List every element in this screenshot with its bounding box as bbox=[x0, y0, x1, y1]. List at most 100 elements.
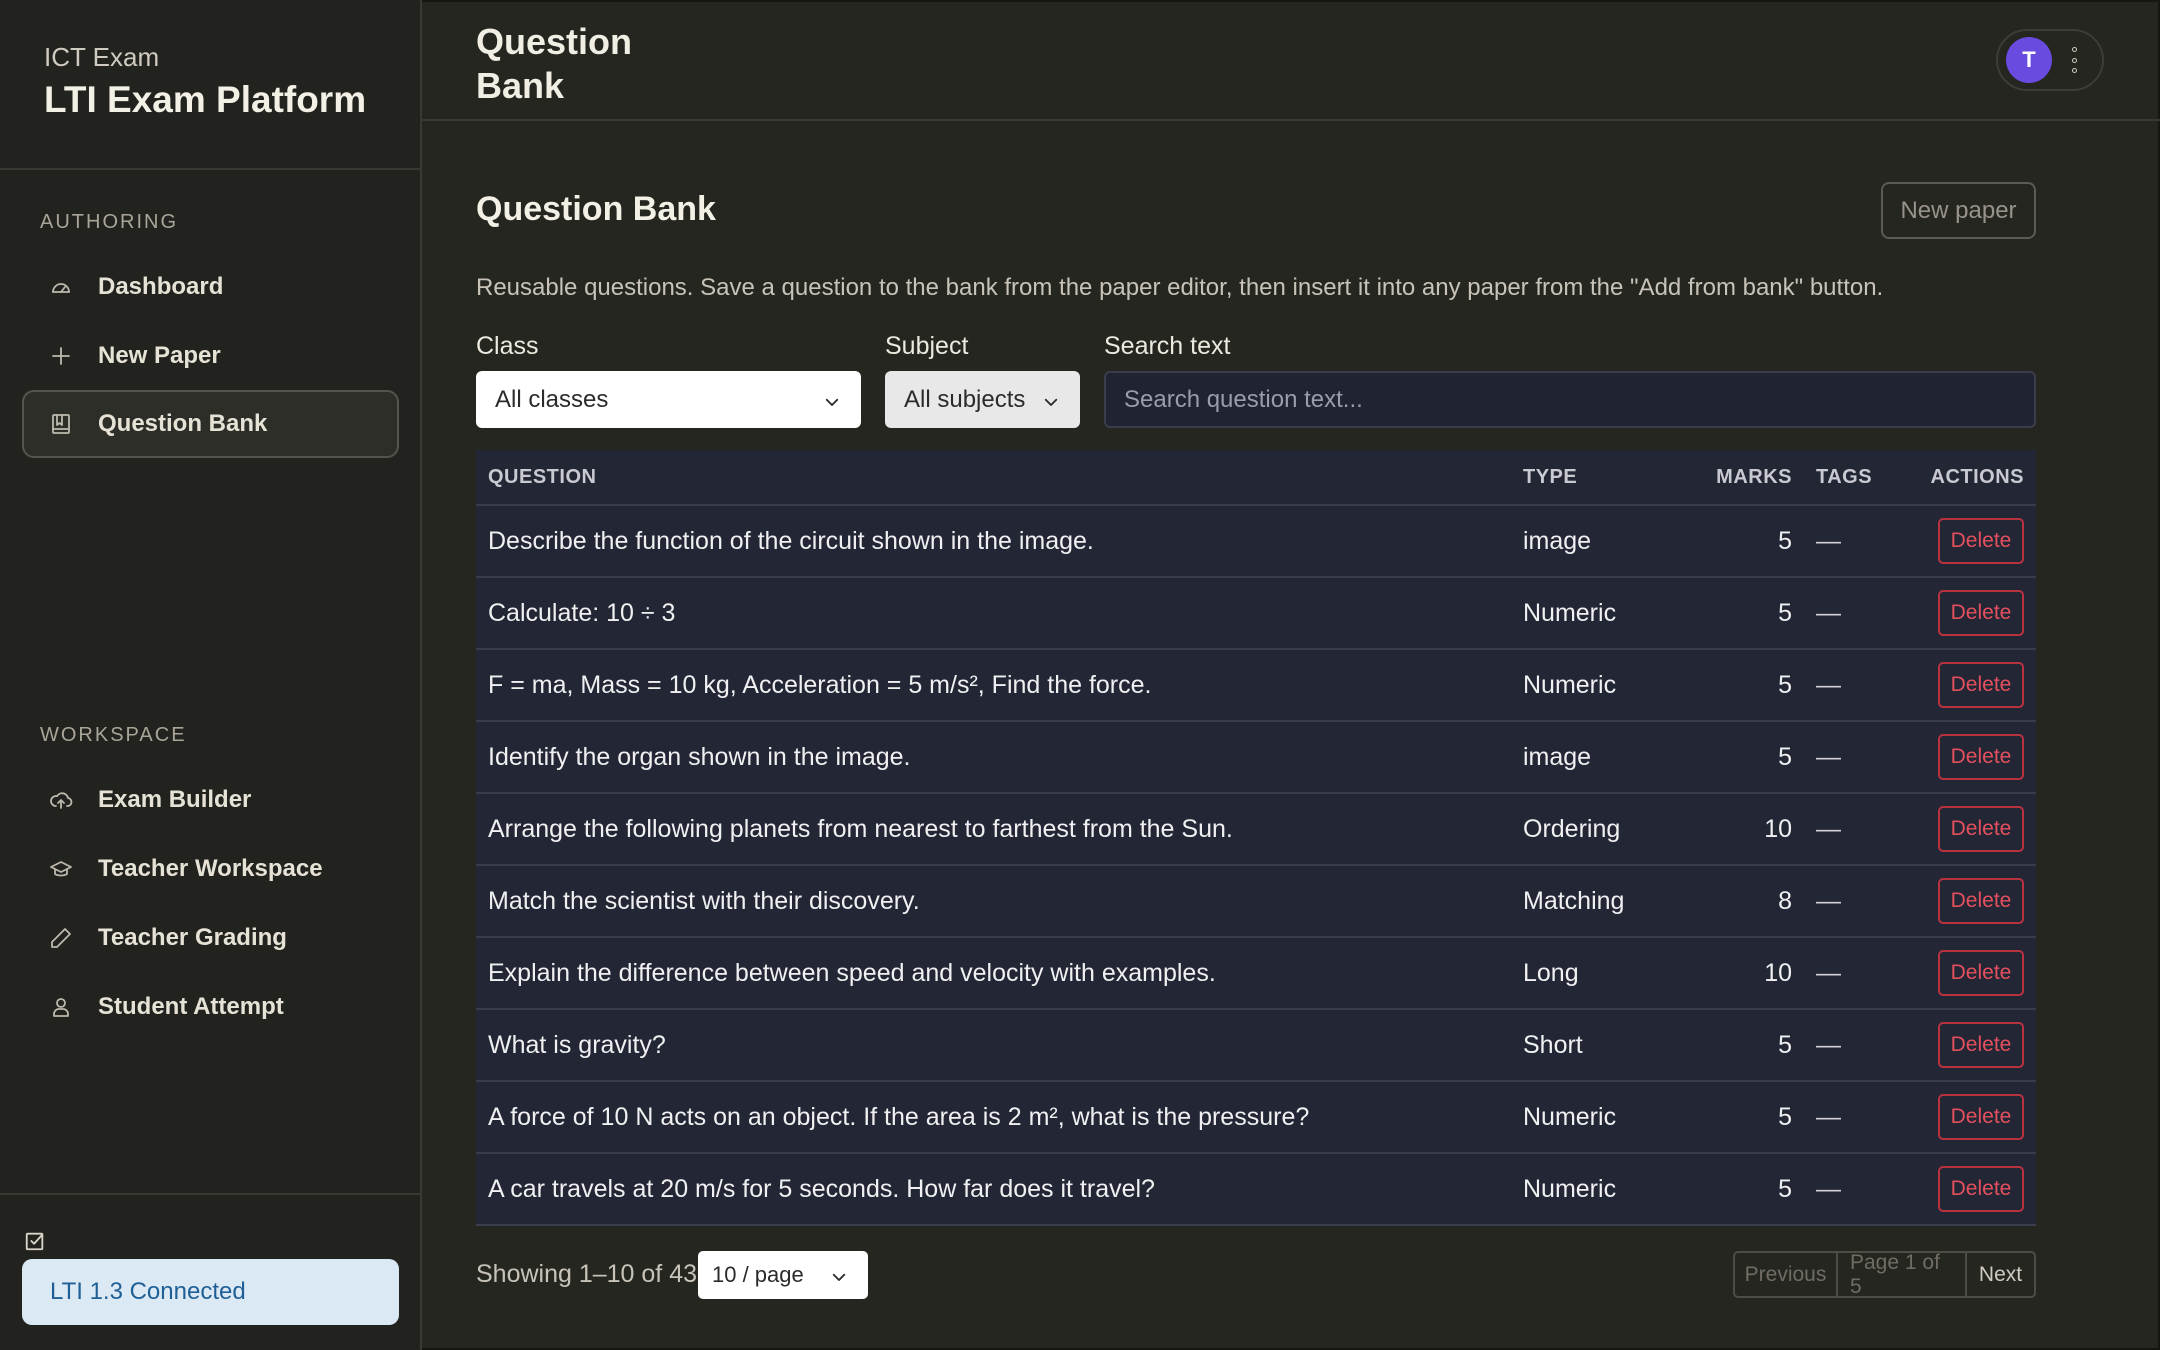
tags-cell: — bbox=[1816, 958, 1841, 987]
sidebar-item-label: Dashboard bbox=[98, 273, 224, 300]
brand-subtitle: ICT Exam bbox=[44, 42, 160, 72]
page-indicator: Page 1 of 5 bbox=[1838, 1253, 1967, 1296]
marks-cell: 10 bbox=[1764, 958, 1792, 987]
actions-cell: Delete bbox=[1882, 590, 2036, 636]
kebab-menu-icon bbox=[2070, 47, 2078, 73]
subject-select[interactable]: All subjects bbox=[885, 371, 1080, 428]
chevron-down-icon bbox=[823, 390, 841, 408]
brand: ICT Exam LTI Exam Platform bbox=[44, 42, 366, 121]
delete-button[interactable]: Delete bbox=[1938, 1022, 2024, 1068]
sidebar-item-label: Exam Builder bbox=[98, 786, 252, 813]
divider bbox=[0, 1193, 420, 1195]
delete-button[interactable]: Delete bbox=[1938, 1094, 2024, 1140]
column-header-type[interactable]: TYPE bbox=[1523, 466, 1683, 489]
column-header-tags[interactable]: TAGS bbox=[1792, 466, 1882, 489]
previous-page-button[interactable]: Previous bbox=[1735, 1253, 1838, 1296]
next-page-button[interactable]: Next bbox=[1967, 1253, 2034, 1296]
tags-cell: — bbox=[1816, 1030, 1841, 1059]
marks-cell: 5 bbox=[1778, 670, 1792, 699]
tags-cell: — bbox=[1816, 526, 1841, 555]
sidebar-item-dashboard[interactable]: Dashboard bbox=[22, 253, 399, 321]
lti-status-badge: LTI 1.3 Connected bbox=[22, 1259, 399, 1325]
actions-cell: Delete bbox=[1882, 662, 2036, 708]
plus-icon bbox=[48, 343, 74, 369]
question-cell: F = ma, Mass = 10 kg, Acceleration = 5 m… bbox=[488, 670, 1152, 699]
sidebar-item-teacher-grading[interactable]: Teacher Grading bbox=[22, 904, 399, 972]
sidebar-item-label: Student Attempt bbox=[98, 993, 284, 1020]
delete-button[interactable]: Delete bbox=[1938, 950, 2024, 996]
avatar: T bbox=[2006, 37, 2052, 83]
per-page-select[interactable]: 10 / page bbox=[698, 1251, 868, 1299]
sidebar-item-exam-builder[interactable]: Exam Builder bbox=[22, 766, 399, 834]
gauge-icon bbox=[48, 274, 74, 300]
delete-button[interactable]: Delete bbox=[1938, 806, 2024, 852]
question-cell: Match the scientist with their discovery… bbox=[488, 886, 920, 915]
delete-button[interactable]: Delete bbox=[1938, 662, 2024, 708]
per-page-value: 10 / page bbox=[712, 1262, 804, 1287]
type-cell: Numeric bbox=[1523, 1102, 1617, 1131]
type-cell: Short bbox=[1523, 1030, 1583, 1059]
column-header-actions: ACTIONS bbox=[1930, 465, 2024, 488]
question-cell: What is gravity? bbox=[488, 1030, 666, 1059]
column-header-marks[interactable]: MARKS bbox=[1683, 466, 1792, 489]
delete-button[interactable]: Delete bbox=[1938, 518, 2024, 564]
marks-cell: 5 bbox=[1778, 1174, 1792, 1203]
type-cell: Matching bbox=[1523, 886, 1625, 915]
brand-title: LTI Exam Platform bbox=[44, 79, 367, 120]
column-header-question[interactable]: QUESTION bbox=[476, 466, 1523, 489]
user-icon bbox=[48, 994, 74, 1020]
subject-filter-label: Subject bbox=[885, 332, 969, 360]
type-cell: Long bbox=[1523, 958, 1579, 987]
actions-cell: Delete bbox=[1882, 1166, 2036, 1212]
class-select[interactable]: All classes bbox=[476, 371, 861, 428]
section-label-workspace: WORKSPACE bbox=[40, 724, 187, 746]
pagination-summary: Showing 1–10 of 43 bbox=[476, 1260, 698, 1288]
sidebar-item-label: Question Bank bbox=[98, 410, 268, 437]
marks-cell: 5 bbox=[1778, 1102, 1792, 1131]
sidebar-item-label: Teacher Workspace bbox=[98, 855, 323, 882]
type-cell: Numeric bbox=[1523, 670, 1617, 699]
table-row: Arrange the following planets from neare… bbox=[476, 794, 2036, 866]
actions-cell: Delete bbox=[1882, 1094, 2036, 1140]
sidebar-item-new-paper[interactable]: New Paper bbox=[22, 322, 399, 390]
sidebar: ICT Exam LTI Exam Platform AUTHORING Das… bbox=[0, 0, 422, 1350]
new-paper-button[interactable]: New paper bbox=[1881, 182, 2036, 239]
table-row: Describe the function of the circuit sho… bbox=[476, 506, 2036, 578]
delete-button[interactable]: Delete bbox=[1938, 734, 2024, 780]
actions-cell: Delete bbox=[1882, 1022, 2036, 1068]
section-heading: Question Bank bbox=[476, 190, 716, 228]
sidebar-item-label: New Paper bbox=[98, 342, 221, 369]
pagination: Previous Page 1 of 5 Next bbox=[1733, 1251, 2036, 1298]
question-cell: Calculate: 10 ÷ 3 bbox=[488, 598, 676, 627]
checkbox-icon bbox=[24, 1230, 46, 1252]
tags-cell: — bbox=[1816, 670, 1841, 699]
marks-cell: 5 bbox=[1778, 1030, 1792, 1059]
sidebar-item-teacher-workspace[interactable]: Teacher Workspace bbox=[22, 835, 399, 903]
sidebar-item-student-attempt[interactable]: Student Attempt bbox=[22, 973, 399, 1041]
search-input[interactable] bbox=[1104, 371, 2036, 428]
tags-cell: — bbox=[1816, 1102, 1841, 1131]
actions-cell: Delete bbox=[1882, 734, 2036, 780]
table-row: A force of 10 N acts on an object. If th… bbox=[476, 1082, 2036, 1154]
type-cell: Ordering bbox=[1523, 814, 1621, 843]
subject-select-value: All subjects bbox=[904, 385, 1026, 413]
question-table: QUESTION TYPE MARKS TAGS ACTIONS Describ… bbox=[476, 450, 2036, 1226]
user-menu[interactable]: T bbox=[1996, 29, 2104, 91]
sidebar-item-question-bank[interactable]: Question Bank bbox=[22, 390, 399, 458]
chevron-down-icon bbox=[830, 1266, 848, 1284]
tags-cell: — bbox=[1816, 742, 1841, 771]
delete-button[interactable]: Delete bbox=[1938, 590, 2024, 636]
marks-cell: 10 bbox=[1764, 814, 1792, 843]
question-cell: Arrange the following planets from neare… bbox=[488, 814, 1233, 843]
table-row: A car travels at 20 m/s for 5 seconds. H… bbox=[476, 1154, 2036, 1226]
tags-cell: — bbox=[1816, 814, 1841, 843]
delete-button[interactable]: Delete bbox=[1938, 878, 2024, 924]
type-cell: Numeric bbox=[1523, 1174, 1617, 1203]
marks-cell: 8 bbox=[1778, 886, 1792, 915]
tags-cell: — bbox=[1816, 1174, 1841, 1203]
class-filter-label: Class bbox=[476, 332, 539, 360]
type-cell: image bbox=[1523, 526, 1592, 555]
divider bbox=[0, 168, 420, 170]
delete-button[interactable]: Delete bbox=[1938, 1166, 2024, 1212]
sidebar-item-label: Teacher Grading bbox=[98, 924, 287, 951]
